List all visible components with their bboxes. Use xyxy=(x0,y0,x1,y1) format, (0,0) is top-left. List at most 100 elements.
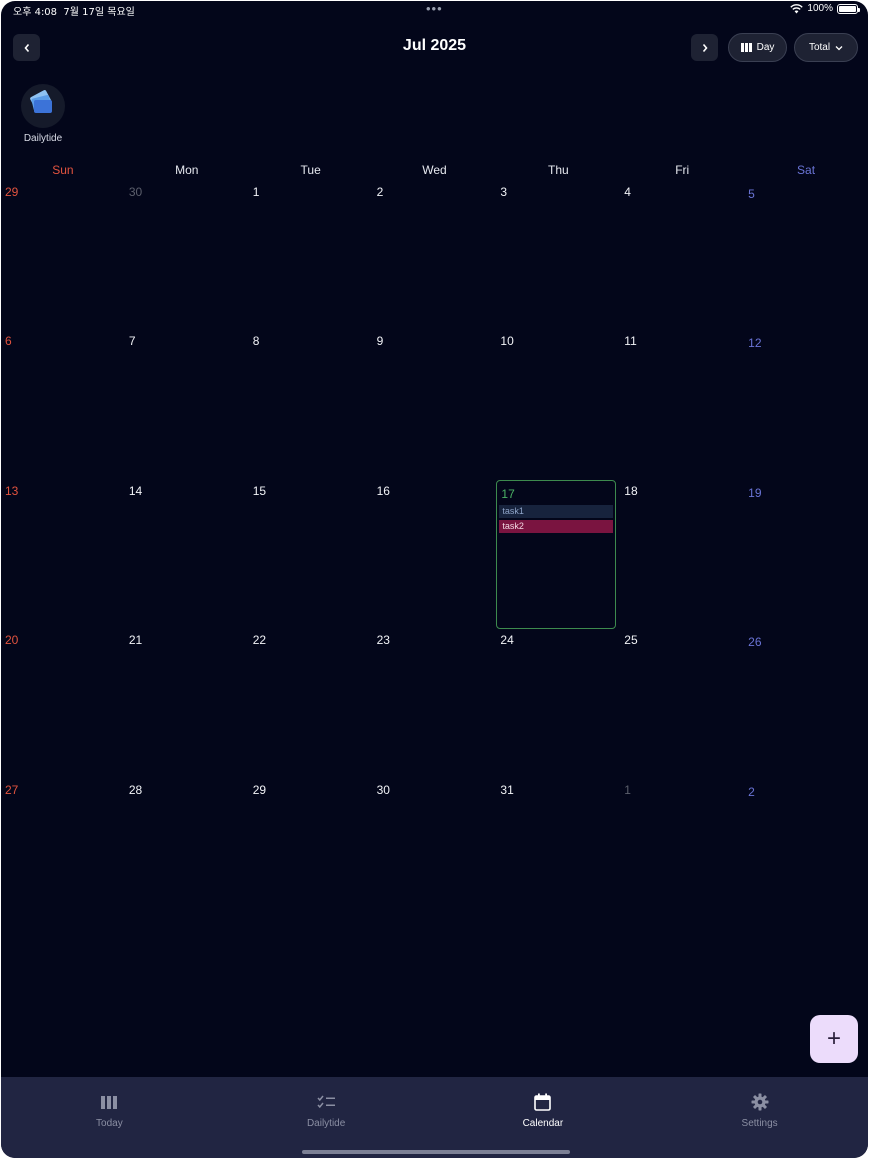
day-number: 19 xyxy=(748,485,762,500)
day-cell[interactable]: 11 xyxy=(620,330,744,479)
weekday-fri: Fri xyxy=(675,163,690,177)
day-number: 9 xyxy=(376,334,384,349)
day-number: 10 xyxy=(500,334,514,349)
day-cell[interactable]: 19 xyxy=(744,480,868,629)
filter-dropdown[interactable]: Total xyxy=(794,33,858,62)
day-number: 28 xyxy=(128,782,143,797)
day-cell[interactable]: 25 xyxy=(620,629,744,778)
app-window: 오후 4:08 7월 17일 목요일 ••• 100% Jul 2025 Day… xyxy=(1,1,868,1158)
day-cell[interactable]: 14 xyxy=(125,480,249,629)
day-cell[interactable]: 28 xyxy=(125,779,249,928)
wifi-icon xyxy=(790,3,804,13)
plus-icon: + xyxy=(826,1025,841,1052)
day-cell[interactable]: 8 xyxy=(249,330,373,479)
day-number: 30 xyxy=(128,185,143,199)
month-grid: 29 30 1 2 3 4 5 6 7 8 9 10 11 12 13 14 1… xyxy=(1,181,868,928)
filter-label: Total xyxy=(808,42,831,53)
status-right: 100% xyxy=(790,3,860,14)
add-button[interactable]: + xyxy=(810,1015,858,1063)
day-number: 2 xyxy=(376,185,384,199)
day-number: 12 xyxy=(748,336,762,351)
day-cell[interactable]: 4 xyxy=(620,181,744,330)
day-cell[interactable]: 2 xyxy=(373,181,497,330)
dailytide-app-icon[interactable] xyxy=(21,84,65,128)
day-number: 1 xyxy=(252,185,260,199)
day-number: 21 xyxy=(128,633,143,648)
day-number: 26 xyxy=(748,635,762,650)
day-number: 16 xyxy=(376,483,390,498)
day-cell[interactable]: 23 xyxy=(373,629,497,778)
view-mode-label: Day xyxy=(756,42,775,53)
tab-label: Today xyxy=(96,1118,123,1129)
day-cell[interactable]: 12 xyxy=(744,330,868,479)
day-cell[interactable]: 31 xyxy=(496,779,620,928)
weekday-sun: Sun xyxy=(52,163,74,177)
today-cell[interactable]: 17 task1 task2 xyxy=(496,479,617,630)
day-cell[interactable]: 24 xyxy=(496,629,620,778)
day-cell[interactable]: 21 xyxy=(125,629,249,778)
battery-percent: 100% xyxy=(807,3,833,14)
multitasking-dots[interactable]: ••• xyxy=(426,1,443,16)
battery-icon xyxy=(837,3,860,14)
day-cell[interactable]: 6 xyxy=(1,330,125,479)
weekday-header: Sun Mon Tue Wed Thu Fri Sat xyxy=(1,163,868,179)
day-number: 6 xyxy=(5,334,12,349)
weekday-thu: Thu xyxy=(548,163,569,177)
columns-icon xyxy=(740,43,752,52)
task-item[interactable]: task1 xyxy=(499,504,614,518)
day-number: 25 xyxy=(624,633,638,648)
day-cell[interactable]: 9 xyxy=(373,330,497,479)
day-number: 7 xyxy=(128,334,136,349)
chevron-down-icon xyxy=(835,45,843,50)
tab-today[interactable]: Today xyxy=(1,1077,218,1158)
day-number: 29 xyxy=(252,782,267,797)
day-cell[interactable]: 22 xyxy=(249,629,373,778)
day-cell[interactable]: 1 xyxy=(249,181,373,330)
view-mode-button[interactable]: Day xyxy=(728,33,787,62)
day-cell[interactable]: 5 xyxy=(744,181,868,330)
weekday-sat: Sat xyxy=(797,163,816,177)
day-number: 4 xyxy=(624,185,631,199)
day-cell[interactable]: 26 xyxy=(744,629,868,778)
day-number: 8 xyxy=(252,334,260,349)
tab-calendar[interactable]: Calendar xyxy=(435,1077,652,1158)
day-number: 11 xyxy=(624,334,637,349)
day-cell[interactable]: 3 xyxy=(496,181,620,330)
day-number: 14 xyxy=(128,483,143,498)
gear-icon xyxy=(751,1091,769,1113)
tab-settings[interactable]: Settings xyxy=(651,1077,868,1158)
day-cell[interactable]: 30 xyxy=(373,779,497,928)
day-number: 20 xyxy=(5,633,19,648)
task-item[interactable]: task2 xyxy=(499,519,614,533)
day-number: 3 xyxy=(500,185,508,199)
day-number: 22 xyxy=(252,633,267,648)
day-cell[interactable]: 15 xyxy=(249,480,373,629)
weekday-wed: Wed xyxy=(422,163,447,177)
day-cell[interactable]: 30 xyxy=(125,181,249,330)
day-cell[interactable]: 16 xyxy=(373,480,497,629)
day-number: 1 xyxy=(624,782,631,797)
calendar-icon xyxy=(534,1091,552,1113)
day-number: 29 xyxy=(5,185,19,199)
day-cell[interactable]: 2 xyxy=(744,779,868,928)
tab-label: Settings xyxy=(741,1118,778,1129)
day-cell[interactable]: 10 xyxy=(496,330,620,479)
tab-dailytide[interactable]: Dailytide xyxy=(218,1077,435,1158)
day-cell[interactable]: 29 xyxy=(1,181,125,330)
app-shortcut-label: Dailytide xyxy=(23,133,63,144)
home-indicator[interactable] xyxy=(302,1150,570,1154)
cards-logo-icon xyxy=(30,90,52,113)
day-cell[interactable]: 29 xyxy=(249,779,373,928)
day-cell[interactable]: 20 xyxy=(1,629,125,778)
day-cell[interactable]: 18 xyxy=(620,480,744,629)
day-cell[interactable]: 1 xyxy=(620,779,744,928)
day-number: 2 xyxy=(748,784,755,799)
day-number: 30 xyxy=(376,782,390,797)
day-cell[interactable]: 7 xyxy=(125,330,249,479)
day-number: 27 xyxy=(5,782,19,797)
weekday-tue: Tue xyxy=(300,163,321,177)
tab-label: Calendar xyxy=(522,1118,564,1129)
next-month-button[interactable] xyxy=(691,34,718,61)
day-cell[interactable]: 27 xyxy=(1,779,125,928)
day-cell[interactable]: 13 xyxy=(1,480,125,629)
